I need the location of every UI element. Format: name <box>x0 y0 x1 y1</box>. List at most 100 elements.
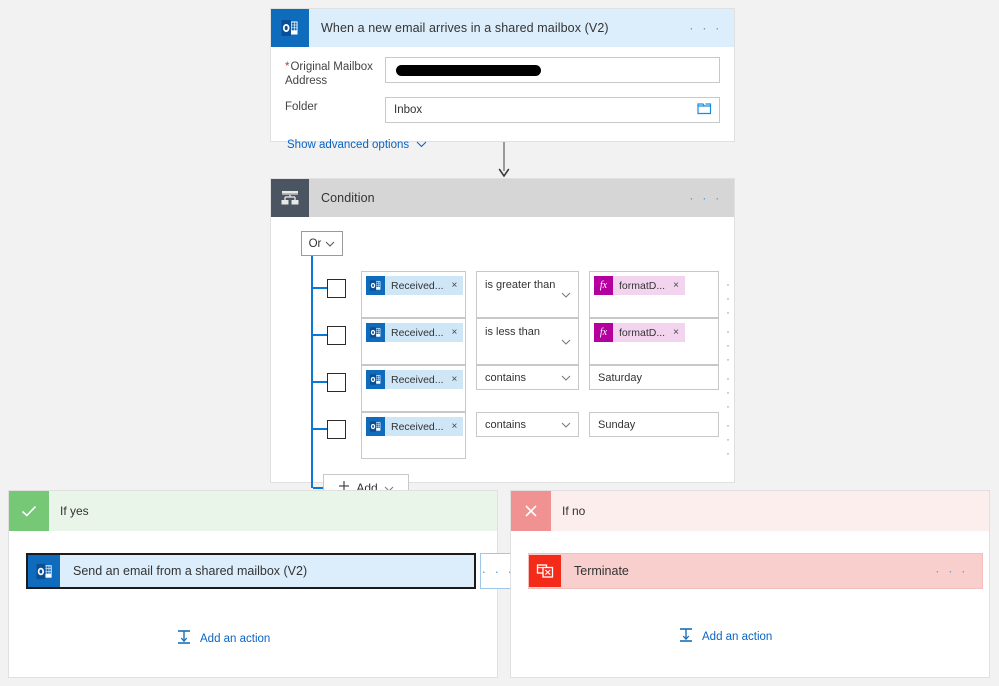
if-no-label: If no <box>562 504 586 518</box>
operand-token-content: Received... × <box>385 370 464 389</box>
trigger-card-header[interactable]: When a new email arrives in a shared mai… <box>271 9 734 47</box>
connector-arrow-icon <box>498 142 510 178</box>
field-label: *Original Mailbox Address <box>285 61 373 87</box>
function-icon: fx <box>594 323 613 342</box>
redacted-value <box>396 64 541 76</box>
chevron-down-icon <box>561 372 571 384</box>
condition-operator-value: is less than <box>485 326 541 338</box>
condition-value-text: Saturday <box>598 371 643 384</box>
remove-token-button[interactable]: × <box>673 280 679 291</box>
trigger-body: *Original Mailbox Address Folder Inbox S… <box>271 47 734 151</box>
remove-token-button[interactable]: × <box>452 374 458 385</box>
condition-spine-stub <box>313 334 327 336</box>
outlook-icon <box>28 555 60 587</box>
operand-token-label: Received... <box>391 373 444 386</box>
function-icon: fx <box>594 276 613 295</box>
value-token-label: formatD... <box>619 326 666 339</box>
condition-row-menu-button[interactable]: · · · <box>726 324 733 366</box>
condition-menu-button[interactable]: · · · <box>689 192 722 205</box>
operand-token-chip[interactable]: Received... × <box>366 276 464 295</box>
trigger-menu-button[interactable]: · · · <box>689 22 722 35</box>
if-yes-branch: If yes Send an email from a shared mailb… <box>8 490 516 678</box>
condition-row-checkbox[interactable] <box>327 373 346 392</box>
condition-spine-stub <box>313 287 327 289</box>
flow-designer-canvas: When a new email arrives in a shared mai… <box>0 0 999 686</box>
condition-value-input[interactable]: Sunday <box>589 412 719 437</box>
value-token-content: formatD... × <box>613 276 685 295</box>
operand-token-label: Received... <box>391 279 444 292</box>
required-asterisk: * <box>285 61 290 73</box>
field-folder: Folder Inbox <box>285 97 720 123</box>
trigger-title: When a new email arrives in a shared mai… <box>321 21 609 35</box>
condition-operator-dropdown[interactable]: is greater than <box>476 271 579 318</box>
operand-token-content: Received... × <box>385 417 464 436</box>
chevron-down-icon <box>561 336 571 348</box>
condition-operator-value: is greater than <box>485 279 556 291</box>
checkmark-icon <box>9 491 49 531</box>
condition-card[interactable]: Condition · · · Or Received... × is grea… <box>270 178 735 501</box>
condition-value-field[interactable]: fx formatD... × <box>589 271 719 318</box>
chevron-down-icon <box>561 289 571 301</box>
value-token-chip[interactable]: fx formatD... × <box>594 276 685 295</box>
condition-row-checkbox[interactable] <box>327 279 346 298</box>
condition-operand-field[interactable]: Received... × <box>361 271 466 318</box>
folder-input[interactable]: Inbox <box>385 97 720 123</box>
operand-token-chip[interactable]: Received... × <box>366 417 464 436</box>
if-no-add-action-label: Add an action <box>702 630 773 643</box>
value-token-chip[interactable]: fx formatD... × <box>594 323 685 342</box>
value-token-label: formatD... <box>619 279 666 292</box>
if-yes-add-action-button[interactable]: Add an action <box>176 629 270 648</box>
if-yes-header: If yes <box>9 491 497 531</box>
operand-token-chip[interactable]: Received... × <box>366 370 464 389</box>
condition-operator-dropdown[interactable]: is less than <box>476 318 579 365</box>
condition-spine <box>311 256 313 488</box>
chevron-down-icon <box>416 139 427 151</box>
terminate-action-label: Terminate <box>574 564 629 578</box>
condition-icon <box>271 179 309 217</box>
remove-token-button[interactable]: × <box>673 327 679 338</box>
condition-operand-field[interactable]: Received... × <box>361 318 466 365</box>
field-label: Folder <box>285 101 318 113</box>
show-advanced-options-label: Show advanced options <box>287 139 410 151</box>
condition-card-header[interactable]: Condition · · · <box>271 179 734 217</box>
condition-row-menu-button[interactable]: · · · <box>726 277 733 319</box>
operand-token-label: Received... <box>391 326 444 339</box>
outlook-icon <box>271 9 309 47</box>
terminate-action-card[interactable]: Terminate · · · <box>528 553 983 589</box>
chevron-down-icon <box>561 419 571 431</box>
send-email-action-label: Send an email from a shared mailbox (V2) <box>73 564 308 578</box>
value-token-content: formatD... × <box>613 323 685 342</box>
insert-action-icon <box>176 629 192 648</box>
condition-value-input[interactable]: Saturday <box>589 365 719 390</box>
condition-operand-field[interactable]: Received... × <box>361 412 466 459</box>
trigger-card[interactable]: When a new email arrives in a shared mai… <box>270 8 735 151</box>
send-email-action-card[interactable]: Send an email from a shared mailbox (V2) <box>26 553 476 589</box>
condition-operator-dropdown[interactable]: contains <box>476 412 579 437</box>
if-yes-label: If yes <box>60 504 89 518</box>
condition-title: Condition <box>321 191 375 205</box>
remove-token-button[interactable]: × <box>452 421 458 432</box>
folder-value: Inbox <box>394 104 423 116</box>
if-no-add-action-button[interactable]: Add an action <box>678 627 772 646</box>
chevron-down-icon <box>325 238 335 250</box>
terminate-action-menu-button[interactable]: · · · <box>935 565 968 578</box>
condition-row-checkbox[interactable] <box>327 326 346 345</box>
folder-picker-icon[interactable] <box>697 102 712 118</box>
terminate-icon <box>529 555 561 587</box>
condition-operator-value: contains <box>485 418 526 431</box>
remove-token-button[interactable]: × <box>452 280 458 291</box>
outlook-icon <box>366 323 385 342</box>
condition-spine-stub <box>313 428 327 430</box>
condition-row-menu-button[interactable]: · · · <box>726 418 733 460</box>
operand-token-content: Received... × <box>385 323 464 342</box>
condition-row-menu-button[interactable]: · · · <box>726 371 733 413</box>
condition-operand-field[interactable]: Received... × <box>361 365 466 412</box>
operand-token-chip[interactable]: Received... × <box>366 323 464 342</box>
condition-value-field[interactable]: fx formatD... × <box>589 318 719 365</box>
condition-operator-dropdown[interactable]: contains <box>476 365 579 390</box>
remove-token-button[interactable]: × <box>452 327 458 338</box>
condition-row-checkbox[interactable] <box>327 420 346 439</box>
outlook-icon <box>366 370 385 389</box>
group-operator-dropdown[interactable]: Or <box>301 231 343 256</box>
original-mailbox-address-input[interactable] <box>385 57 720 83</box>
